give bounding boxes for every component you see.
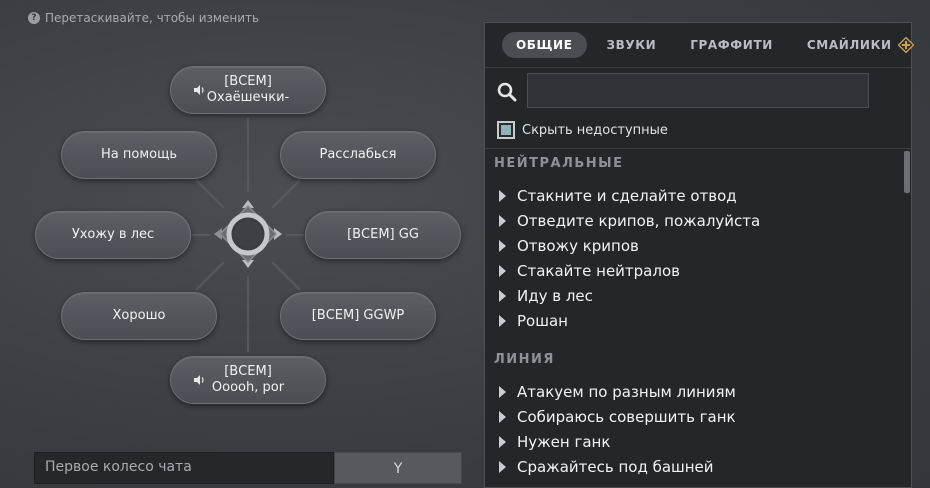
- tab-graffiti[interactable]: ГРАФФИТИ: [676, 32, 787, 58]
- list-item-label: Рошан: [517, 311, 568, 330]
- expand-triangle-icon: [499, 385, 506, 398]
- list-item[interactable]: Отвожу крипов: [485, 233, 911, 258]
- wheel-slot-label: Ухожу в лес: [71, 227, 155, 242]
- list-item[interactable]: Собираюсь совершить ганк: [485, 404, 911, 429]
- speaker-icon: [194, 375, 204, 385]
- expand-triangle-icon: [499, 214, 506, 227]
- expand-triangle-icon: [499, 410, 506, 423]
- list-item[interactable]: Стакайте нейтралов: [485, 258, 911, 283]
- list-item-label: Иду в лес: [517, 286, 593, 305]
- scrollbar-thumb[interactable]: [904, 151, 910, 193]
- list-item-label: Стакайте нейтралов: [517, 261, 680, 280]
- expand-triangle-icon: [499, 239, 506, 252]
- expand-triangle-icon: [499, 264, 506, 277]
- section-title-neutrals: НЕЙТРАЛЬНЫЕ: [494, 156, 624, 171]
- search-icon: [497, 82, 517, 102]
- search-input[interactable]: [527, 73, 869, 108]
- list-item-label: Собираюсь совершить ганк: [517, 407, 736, 426]
- phrase-panel: ОБЩИЕ ЗВУКИ ГРАФФИТИ СМАЙЛИКИ Скрыть нед…: [484, 22, 914, 488]
- wheel-slot-top-right[interactable]: Расслабься: [280, 131, 436, 179]
- section-title-lane: ЛИНИЯ: [494, 352, 555, 367]
- list-item-label: Сражайтесь под башней: [517, 457, 714, 476]
- expand-triangle-icon: [499, 189, 506, 202]
- list-item[interactable]: Отведите крипов, пожалуйста: [485, 208, 911, 233]
- wheel-slot-top-line1: [ВСЕМ]: [224, 74, 272, 89]
- hide-unavailable-label: Скрыть недоступные: [522, 122, 668, 138]
- wheel-slot-bottom-right[interactable]: [ВСЕМ] GGWP: [280, 292, 436, 340]
- wheel-name-field[interactable]: Первое колесо чата: [34, 452, 334, 484]
- wheel-slot-right[interactable]: [ВСЕМ] GG: [305, 211, 461, 259]
- tab-label: ГРАФФИТИ: [690, 38, 773, 52]
- hide-unavailable-checkbox[interactable]: [497, 121, 515, 139]
- speaker-icon: [194, 85, 204, 95]
- list-item-label: Отвожу крипов: [517, 236, 639, 255]
- list-item-label: Нужен ганк: [517, 432, 611, 451]
- plus-badge-icon: [897, 37, 914, 53]
- wheel-slot-label: [ВСЕМ] GG: [347, 227, 419, 242]
- list-item-label: Стакните и сделайте отвод: [517, 186, 737, 205]
- wheel-slot-top[interactable]: [ВСЕМ] Охаёшечки-: [170, 66, 326, 114]
- tab-general[interactable]: ОБЩИЕ: [502, 32, 587, 58]
- wheel-slot-left[interactable]: Ухожу в лес: [35, 211, 191, 259]
- tab-label: ОБЩИЕ: [516, 38, 573, 52]
- hide-unavailable-toggle[interactable]: Скрыть недоступные: [497, 121, 668, 139]
- list-item[interactable]: Сражайтесь под башней: [485, 454, 911, 479]
- list-item[interactable]: Атакуем по разным линиям: [485, 379, 911, 404]
- expand-triangle-icon: [499, 460, 506, 473]
- wheel-slot-label: [ВСЕМ] GGWP: [311, 308, 405, 323]
- list-item[interactable]: Нужен ганк: [485, 429, 911, 454]
- wheel-slot-label: Хорошо: [112, 308, 166, 323]
- expand-triangle-icon: [499, 435, 506, 448]
- wheel-slot-label: На помощь: [101, 147, 177, 162]
- wheel-slot-label: Расслабься: [319, 147, 397, 162]
- wheel-name-value: Первое колесо чата: [45, 459, 192, 475]
- wheel-slot-top-left[interactable]: На помощь: [61, 131, 217, 179]
- list-item-label: Отведите крипов, пожалуйста: [517, 211, 761, 230]
- wheel-slot-bottom-line1: [ВСЕМ]: [224, 364, 272, 379]
- list-item-label: Атакуем по разным линиям: [517, 382, 736, 401]
- expand-triangle-icon: [499, 314, 506, 327]
- hotkey-button[interactable]: Y: [334, 452, 462, 484]
- list-item[interactable]: Рошан: [485, 308, 911, 333]
- tab-emoticons[interactable]: СМАЙЛИКИ: [793, 31, 928, 59]
- tab-sounds[interactable]: ЗВУКИ: [593, 32, 671, 58]
- phrase-list[interactable]: НЕЙТРАЛЬНЫЕ Стакните и сделайте отвод От…: [485, 148, 911, 488]
- category-tabs: ОБЩИЕ ЗВУКИ ГРАФФИТИ СМАЙЛИКИ: [485, 23, 914, 67]
- tab-label: ЗВУКИ: [606, 38, 657, 52]
- wheel-slot-bottom[interactable]: [ВСЕМ] Ooooh, por: [170, 356, 326, 404]
- list-item[interactable]: Стакните и сделайте отвод: [485, 183, 911, 208]
- wheel-slot-bottom-line2: Ooooh, por: [211, 380, 285, 395]
- search-row: [485, 67, 911, 117]
- hotkey-label: Y: [393, 461, 403, 477]
- wheel-center-icon: [214, 200, 282, 268]
- tab-label: СМАЙЛИКИ: [806, 38, 892, 52]
- list-item[interactable]: Иду в лес: [485, 283, 911, 308]
- wheel-slot-top-line2: Охаёшечки-: [206, 90, 290, 105]
- expand-triangle-icon: [499, 289, 506, 302]
- wheel-slot-bottom-left[interactable]: Хорошо: [61, 292, 217, 340]
